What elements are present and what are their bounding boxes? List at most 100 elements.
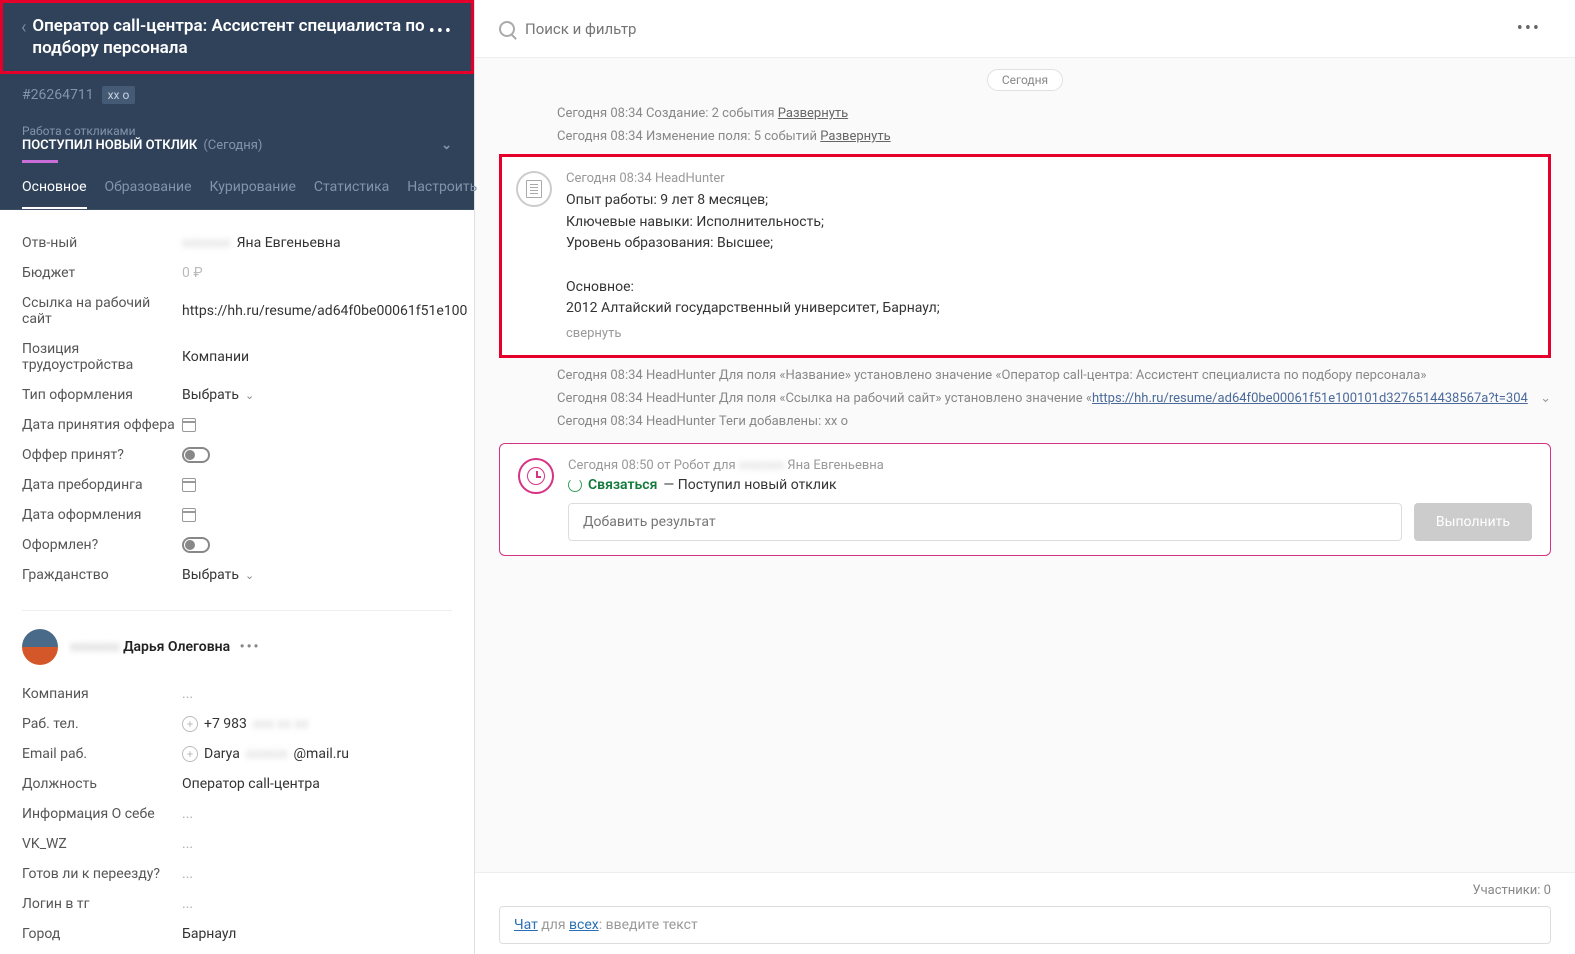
main-toolbar: •••	[475, 0, 1575, 58]
contact-position-value[interactable]: Оператор call-центра	[182, 776, 452, 792]
expand-link[interactable]: Развернуть	[820, 129, 890, 144]
stage-title: ПОСТУПИЛ НОВЫЙ ОТКЛИК	[22, 138, 197, 153]
citizenship-label: Гражданство	[22, 567, 182, 583]
responsible-value[interactable]: xxxxxxxЯна Евгеньевна	[182, 235, 452, 251]
document-icon	[516, 171, 552, 207]
email-value[interactable]: +Daryaxxxxxx@mail.ru	[182, 746, 452, 762]
citizenship-select[interactable]: Выбрать ⌄	[182, 567, 452, 583]
type-label: Тип оформления	[22, 387, 182, 403]
log-entry: Сегодня 08:34 Создание: 2 события Развер…	[499, 102, 1551, 125]
responsible-label: Отв-ный	[22, 235, 182, 251]
contact-position-label: Должность	[22, 776, 182, 792]
type-select[interactable]: Выбрать ⌄	[182, 387, 452, 403]
tab-curation[interactable]: Курирование	[210, 179, 296, 209]
back-icon[interactable]: ‹	[21, 17, 26, 38]
contact-header: xxxxxxx Дарья Олеговна •••	[22, 629, 452, 665]
task-action: Связаться — Поступил новый отклик	[568, 477, 1532, 493]
offer-date-value[interactable]	[182, 418, 452, 432]
plus-icon[interactable]: +	[182, 746, 198, 762]
contact-link[interactable]: Связаться	[588, 477, 657, 493]
chevron-down-icon[interactable]: ⌄	[1540, 391, 1551, 406]
log-entry: Сегодня 08:34 Изменение поля: 5 событий …	[499, 125, 1551, 148]
preboarding-value[interactable]	[182, 478, 452, 492]
log-entry: Сегодня 08:34 HeadHunter Для поля «Назва…	[499, 364, 1551, 387]
registered-toggle[interactable]	[182, 537, 452, 553]
sidebar-meta: #26264711 хх о	[0, 74, 474, 116]
position-value[interactable]: Компании	[182, 349, 452, 365]
city-label: Город	[22, 926, 182, 942]
calendar-icon	[182, 478, 196, 492]
avatar[interactable]	[22, 629, 58, 665]
relocate-label: Готов ли к переезду?	[22, 866, 182, 882]
log-entry: Сегодня 08:34 HeadHunter Для поля «Ссылк…	[499, 387, 1551, 410]
chevron-down-icon: ⌄	[245, 569, 254, 582]
search-icon	[499, 21, 515, 37]
company-label: Компания	[22, 686, 182, 702]
execute-button[interactable]: Выполнить	[1414, 503, 1532, 541]
chat-link: Чат	[514, 917, 538, 933]
participants-count[interactable]: Участники: 0	[499, 883, 1551, 898]
chat-input[interactable]: Чат для всех: введите текст	[499, 906, 1551, 944]
city-value[interactable]: Барнаул	[182, 926, 452, 942]
position-label: Позиция трудоустройства	[22, 341, 182, 373]
offer-accepted-label: Оффер принят?	[22, 447, 182, 463]
refresh-icon	[568, 478, 582, 492]
search-input[interactable]	[525, 20, 1507, 38]
collapse-link[interactable]: свернуть	[566, 326, 1530, 341]
card-id: #26264711	[22, 87, 94, 103]
sidebar: ‹ Оператор call-центра: Ассистент специа…	[0, 0, 475, 954]
toggle-icon	[182, 537, 210, 553]
budget-value[interactable]: 0 ₽	[182, 265, 452, 281]
reg-date-label: Дата оформления	[22, 507, 182, 523]
more-icon[interactable]: •••	[240, 639, 261, 655]
contact-block: xxxxxxx Дарья Олеговна ••• Компания... Р…	[22, 610, 452, 949]
tg-value[interactable]: ...	[182, 896, 452, 912]
expand-link[interactable]: Развернуть	[778, 106, 848, 121]
vk-label: VK_WZ	[22, 836, 182, 852]
phone-value[interactable]: ++7 983xxx xx xx	[182, 716, 452, 732]
toggle-icon	[182, 447, 210, 463]
about-label: Информация О себе	[22, 806, 182, 822]
calendar-icon	[182, 418, 196, 432]
link-label: Ссылка на рабочий сайт	[22, 295, 182, 327]
tab-configure[interactable]: Настроить	[407, 179, 477, 209]
sidebar-body: Отв-ныйxxxxxxxЯна Евгеньевна Бюджет0 ₽ С…	[0, 210, 474, 954]
more-icon[interactable]: •••	[1507, 18, 1551, 39]
card-title: Оператор call-центра: Ассистент специали…	[32, 15, 453, 59]
headhunter-block: Сегодня 08:34 HeadHunter Опыт работы: 9 …	[499, 154, 1551, 358]
main-footer: Участники: 0 Чат для всех: введите текст	[475, 872, 1575, 954]
reg-date-value[interactable]	[182, 508, 452, 522]
budget-label: Бюджет	[22, 265, 182, 281]
tab-main[interactable]: Основное	[22, 179, 87, 209]
hh-timestamp: Сегодня 08:34 HeadHunter	[566, 171, 1530, 186]
activity-feed: Сегодня Сегодня 08:34 Создание: 2 событи…	[475, 58, 1575, 872]
vk-value[interactable]: ...	[182, 836, 452, 852]
chat-all-link: всех	[569, 917, 599, 933]
log-entry: Сегодня 08:34 HeadHunter Теги добавлены:…	[499, 410, 1551, 433]
about-value[interactable]: ...	[182, 806, 452, 822]
sidebar-title-box: ‹ Оператор call-центра: Ассистент специа…	[0, 0, 474, 74]
main-panel: ••• Сегодня Сегодня 08:34 Создание: 2 со…	[475, 0, 1575, 954]
sidebar-tabs: Основное Образование Курирование Статист…	[0, 165, 474, 210]
resume-url-link[interactable]: https://hh.ru/resume/ad64f0be00061f51e10…	[1092, 391, 1528, 406]
chevron-down-icon: ⌄	[441, 138, 452, 153]
tab-stats[interactable]: Статистика	[314, 179, 389, 209]
plus-icon[interactable]: +	[182, 716, 198, 732]
offer-accepted-toggle[interactable]	[182, 447, 452, 463]
contact-name[interactable]: xxxxxxx Дарья Олеговна •••	[70, 639, 261, 655]
card-tag[interactable]: хх о	[102, 86, 136, 104]
more-icon[interactable]: •••	[429, 21, 453, 42]
stage-section: Работа с откликами ПОСТУПИЛ НОВЫЙ ОТКЛИК…	[0, 116, 474, 165]
relocate-value[interactable]: ...	[182, 866, 452, 882]
link-value[interactable]: https://hh.ru/resume/ad64f0be00061f51e10…	[182, 303, 467, 319]
company-value[interactable]: ...	[182, 686, 452, 702]
registered-label: Оформлен?	[22, 537, 182, 553]
preboarding-label: Дата пребординга	[22, 477, 182, 493]
stage-title-row[interactable]: ПОСТУПИЛ НОВЫЙ ОТКЛИК (Сегодня) ⌄	[22, 138, 452, 165]
clock-icon	[518, 458, 554, 494]
hh-content: Опыт работы: 9 лет 8 месяцев; Ключевые н…	[566, 190, 1530, 320]
chevron-down-icon: ⌄	[245, 389, 254, 402]
tab-education[interactable]: Образование	[105, 179, 192, 209]
task-block: Сегодня 08:50 от Робот для xxxxxxx Яна Е…	[499, 443, 1551, 556]
result-input[interactable]	[568, 503, 1402, 541]
